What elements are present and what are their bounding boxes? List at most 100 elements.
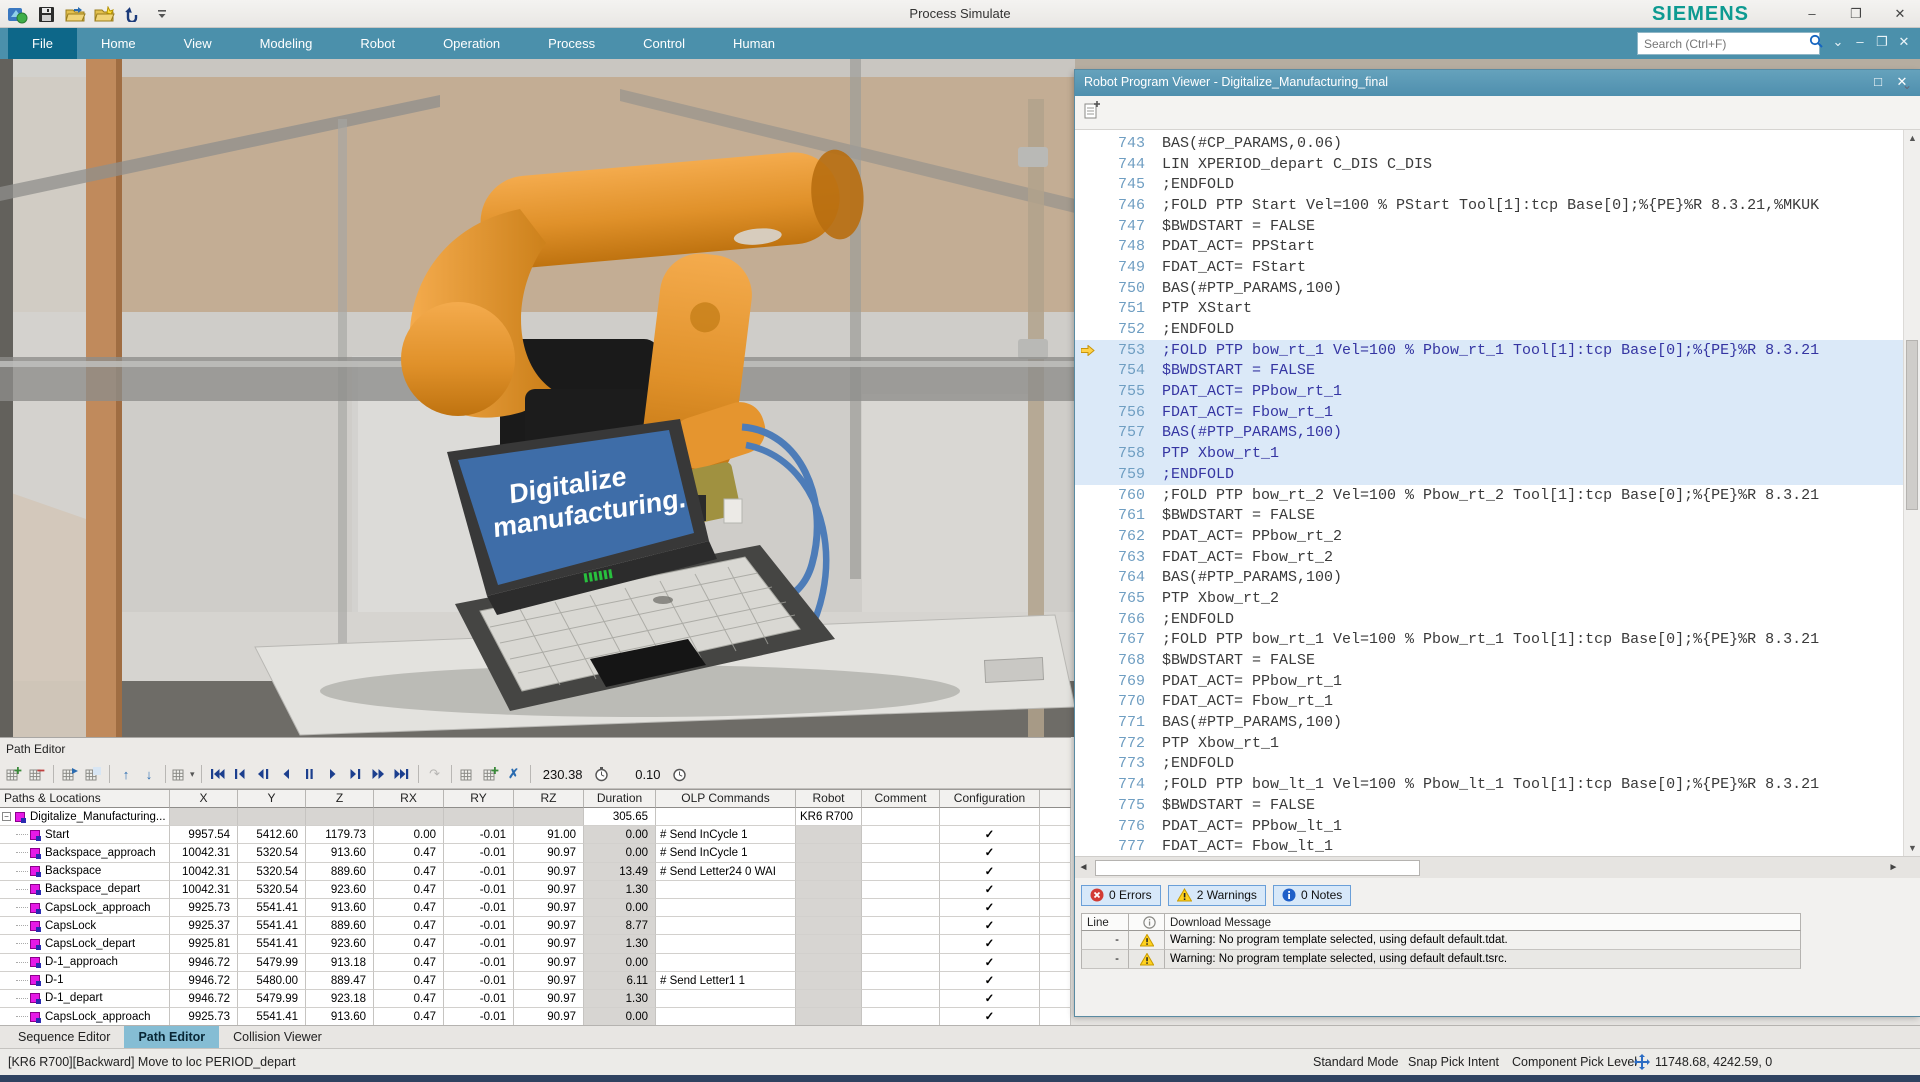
horizontal-scroll-thumb[interactable] [1095,860,1420,876]
duplicate-location-icon[interactable] [83,763,103,785]
table-row[interactable]: −Digitalize_Manufacturing...305.65KR6 R7… [0,808,1071,826]
column-header-z[interactable]: Z [306,790,374,808]
ribbon-tab-view[interactable]: View [160,28,236,59]
code-line[interactable]: 756FDAT_ACT= Fbow_rt_1 [1075,402,1903,423]
panel-maximize-icon[interactable]: □ [1868,74,1888,89]
code-horizontal-scrollbar[interactable]: ◄ ► [1075,856,1920,878]
column-header-x[interactable]: X [170,790,238,808]
ribbon-tab-human[interactable]: Human [709,28,799,59]
location-name-cell[interactable]: D-1 [0,972,170,990]
alerts-collapse-icon[interactable]: ⌄ [1902,78,1912,92]
location-name-cell[interactable]: Start [0,826,170,844]
code-line[interactable]: 767;FOLD PTP bow_rt_1 Vel=100 % Pbow_rt_… [1075,630,1903,651]
code-line[interactable]: 769PDAT_ACT= PPbow_rt_1 [1075,671,1903,692]
location-name-cell[interactable]: CapsLock_depart [0,935,170,953]
copy-to-editor-icon[interactable] [60,763,80,785]
move-down-icon[interactable]: ↓ [139,763,159,785]
location-name-cell[interactable]: CapsLock_approach [0,1008,170,1026]
code-line[interactable]: 770FDAT_ACT= Fbow_rt_1 [1075,692,1903,713]
code-line[interactable]: 763FDAT_ACT= Fbow_rt_2 [1075,547,1903,568]
code-line[interactable]: 765PTP Xbow_rt_2 [1075,588,1903,609]
code-line[interactable]: 760;FOLD PTP bow_rt_2 Vel=100 % Pbow_rt_… [1075,485,1903,506]
child-close-icon[interactable]: ✕ [1893,34,1915,50]
ribbon-tab-process[interactable]: Process [524,28,619,59]
customize-columns-icon[interactable]: ▾ [172,763,195,785]
jump-to-end-icon[interactable] [392,763,412,785]
ribbon-tab-modeling[interactable]: Modeling [236,28,337,59]
ribbon-tab-operation[interactable]: Operation [419,28,524,59]
location-name-cell[interactable]: Backspace_depart [0,881,170,899]
table-row[interactable]: Backspace_approach10042.315320.54913.600… [0,844,1071,862]
code-line[interactable]: 755PDAT_ACT= PPbow_rt_1 [1075,381,1903,402]
code-line[interactable]: 758PTP Xbow_rt_1 [1075,443,1903,464]
code-line[interactable]: 776PDAT_ACT= PPbow_lt_1 [1075,816,1903,837]
viewer-tab-path-editor[interactable]: Path Editor [124,1026,219,1048]
status-pick-intent[interactable]: Snap Pick Intent [1408,1055,1499,1069]
errors-filter-button[interactable]: 0 Errors [1081,885,1161,906]
code-line[interactable]: 772PTP Xbow_rt_1 [1075,733,1903,754]
code-line[interactable]: 762PDAT_ACT= PPbow_rt_2 [1075,526,1903,547]
scroll-left-icon[interactable]: ◄ [1075,862,1092,873]
play-forward-icon[interactable] [323,763,343,785]
column-header-comment[interactable]: Comment [862,790,940,808]
code-line[interactable]: 745;ENDFOLD [1075,174,1903,195]
column-header-paths-locations[interactable]: Paths & Locations [0,790,170,808]
column-header-duration[interactable]: Duration [584,790,656,808]
location-name-cell[interactable]: CapsLock [0,917,170,935]
ribbon-tab-file[interactable]: File [8,28,77,59]
code-line[interactable]: 743BAS(#CP_PARAMS,0.06) [1075,133,1903,154]
code-line[interactable]: 774;FOLD PTP bow_lt_1 Vel=100 % Pbow_lt_… [1075,774,1903,795]
message-row[interactable]: -Warning: No program template selected, … [1081,931,1801,950]
step-forward-icon[interactable] [346,763,366,785]
add-location-icon[interactable] [4,763,24,785]
table-row[interactable]: Start9957.545412.601179.730.00-0.0191.00… [0,826,1071,844]
table-row[interactable]: D-1_depart9946.725479.99923.180.47-0.019… [0,990,1071,1008]
notes-filter-button[interactable]: 0 Notes [1273,885,1351,906]
ribbon-collapse-icon[interactable]: ⌄ [1827,34,1849,50]
code-line[interactable]: 775$BWDSTART = FALSE [1075,795,1903,816]
column-header-robot[interactable]: Robot [796,790,862,808]
code-line[interactable]: 761$BWDSTART = FALSE [1075,505,1903,526]
table-row[interactable]: Backspace10042.315320.54889.600.47-0.019… [0,863,1071,881]
scroll-right-icon[interactable]: ► [1885,862,1902,873]
table-row[interactable]: Backspace_depart10042.315320.54923.600.4… [0,881,1071,899]
child-restore-icon[interactable]: ❐ [1871,34,1893,50]
scroll-down-icon[interactable]: ▼ [1904,840,1920,856]
jump-to-start-icon[interactable] [208,763,228,785]
code-area[interactable]: 743BAS(#CP_PARAMS,0.06)744LIN XPERIOD_de… [1075,130,1903,856]
warnings-filter-button[interactable]: 2 Warnings [1168,885,1266,906]
location-name-cell[interactable]: Backspace_approach [0,844,170,862]
table-row[interactable]: CapsLock_approach9925.735541.41913.600.4… [0,899,1071,917]
code-line[interactable]: 764BAS(#PTP_PARAMS,100) [1075,567,1903,588]
move-up-icon[interactable]: ↑ [116,763,136,785]
code-line[interactable]: 766;ENDFOLD [1075,609,1903,630]
location-name-cell[interactable]: −Digitalize_Manufacturing... [0,808,170,826]
play-backward-icon[interactable] [277,763,297,785]
panel-titlebar[interactable]: Robot Program Viewer - Digitalize_Manufa… [1075,70,1920,96]
table-row[interactable]: D-1_approach9946.725479.99913.180.47-0.0… [0,954,1071,972]
location-name-cell[interactable]: CapsLock_approach [0,899,170,917]
code-line[interactable]: 749FDAT_ACT= FStart [1075,257,1903,278]
code-line[interactable]: 768$BWDSTART = FALSE [1075,650,1903,671]
status-mode[interactable]: Standard Mode [1313,1055,1398,1069]
column-header-rz[interactable]: RZ [514,790,584,808]
code-line[interactable]: 753;FOLD PTP bow_rt_1 Vel=100 % Pbow_rt_… [1075,340,1903,361]
code-line[interactable]: 777FDAT_ACT= Fbow_lt_1 [1075,836,1903,856]
minimize-icon[interactable]: – [1798,4,1826,24]
pause-icon[interactable] [300,763,320,785]
clear-simulation-icon[interactable]: ✗ [504,763,524,785]
search-icon[interactable] [1805,34,1827,53]
column-header-rx[interactable]: RX [374,790,444,808]
add-current-location-icon[interactable] [481,763,501,785]
status-pick-level[interactable]: Component Pick Level [1512,1055,1637,1069]
code-line[interactable]: 759;ENDFOLD [1075,464,1903,485]
remove-location-icon[interactable] [27,763,47,785]
close-icon[interactable]: ✕ [1886,4,1914,24]
restore-icon[interactable]: ❐ [1842,4,1870,24]
add-note-icon[interactable] [1083,100,1101,125]
record-path-icon[interactable] [458,763,478,785]
code-line[interactable]: 757BAS(#PTP_PARAMS,100) [1075,423,1903,444]
table-row[interactable]: CapsLock9925.375541.41889.600.47-0.0190.… [0,917,1071,935]
code-line[interactable]: 771BAS(#PTP_PARAMS,100) [1075,712,1903,733]
location-name-cell[interactable]: Backspace [0,863,170,881]
